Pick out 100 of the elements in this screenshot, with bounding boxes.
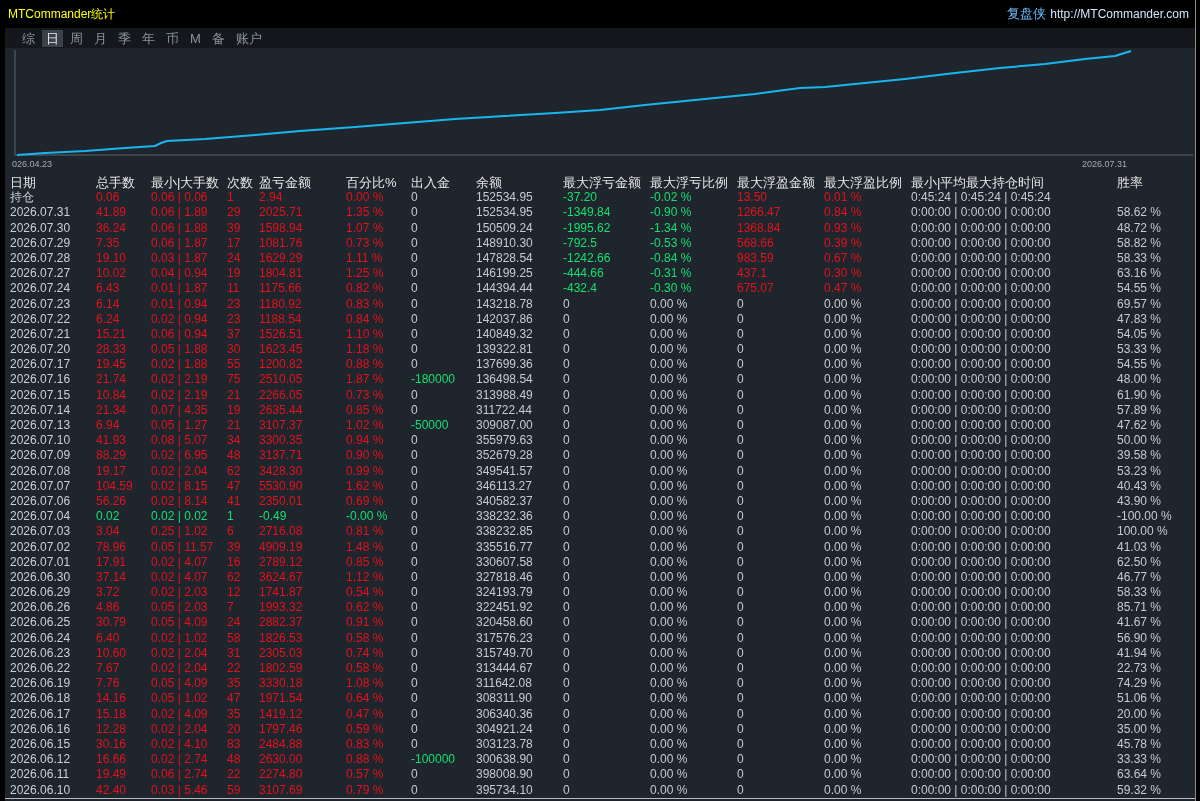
- table-cell-text: 0: [411, 220, 419, 236]
- table-cell-text: 0.00 %: [650, 387, 689, 403]
- table-cell-text: 39: [227, 539, 242, 555]
- tab[interactable]: 季: [114, 29, 135, 47]
- table-cell-text: 0.00 %: [650, 767, 689, 783]
- table-cell-text: 12.28: [96, 721, 128, 737]
- table-cell-text: 0:00:00 | 0:00:00 | 0:00:00: [911, 569, 1052, 586]
- table-cell-text: 2635.44: [259, 402, 304, 418]
- column-header: 日期: [10, 175, 37, 191]
- table-cell-text: 3137.71: [259, 448, 304, 464]
- table-cell-text: 0: [563, 676, 571, 692]
- table-cell-text: 2026.06.11: [10, 767, 71, 783]
- table-cell-text: 37.14: [96, 569, 128, 586]
- table-cell-text: 0.83 %: [346, 736, 385, 753]
- table-cell-text: 23: [227, 311, 242, 327]
- table-cell-text: 47.83 %: [1117, 311, 1163, 327]
- table-cell-text: 1200.82: [259, 357, 304, 373]
- table-cell-text: 19.45: [96, 357, 128, 373]
- table-cell-text: 2026.07.10: [10, 433, 72, 449]
- table-cell-text: 0.05 | 1.88: [151, 342, 209, 358]
- table-cell-text: 2026.07.20: [10, 342, 72, 358]
- table-cell-text: 30: [227, 342, 242, 358]
- website-link[interactable]: http://MTCommander.com: [1050, 7, 1189, 21]
- table-cell-text: 10.84: [96, 387, 128, 403]
- table-cell-text: 0.00 %: [824, 372, 863, 388]
- table-cell-text: 0.93 %: [824, 220, 863, 236]
- table-cell-text: 0: [563, 721, 571, 737]
- table-cell-text: 1.08 %: [346, 676, 385, 692]
- table-cell-text: 0: [563, 418, 571, 434]
- table-cell-text: -1.34 %: [650, 220, 693, 236]
- table-cell-text: 317576.23: [476, 630, 534, 646]
- table-cell-text: 6.24: [96, 311, 121, 327]
- table-cell-text: 0:00:00 | 0:00:00 | 0:00:00: [911, 402, 1052, 418]
- table-cell-text: 34: [227, 433, 242, 449]
- table-cell-text: 24: [227, 250, 242, 267]
- table-cell-text: 315749.70: [476, 645, 534, 661]
- table-cell-text: 43.90 %: [1117, 493, 1163, 510]
- table-cell-text: 0: [737, 524, 745, 540]
- table-cell-text: 311722.44: [476, 402, 533, 418]
- tab[interactable]: 日: [42, 29, 63, 47]
- table-cell-text: 2026.06.22: [10, 661, 72, 677]
- table-cell-text: 0:00:00 | 0:00:00 | 0:00:00: [911, 296, 1052, 312]
- table-cell-text: 144394.44: [476, 281, 534, 297]
- tab[interactable]: 月: [90, 29, 111, 47]
- tab[interactable]: 周: [66, 29, 87, 47]
- table-cell-text: 0.73 %: [346, 387, 385, 403]
- table-cell-text: 0: [411, 676, 419, 692]
- table-cell-text: 22: [227, 767, 242, 783]
- table-cell-text: 0: [411, 600, 419, 616]
- table-cell-text: 0:00:00 | 0:00:00 | 0:00:00: [911, 448, 1052, 464]
- table-cell-text: 0.02 | 4.09: [151, 706, 209, 722]
- table-cell-text: 0.00 %: [824, 448, 863, 464]
- table-cell-text: 48: [227, 752, 242, 768]
- table-cell-text: 0.00 %: [824, 509, 863, 525]
- table-cell-text: 1.02 %: [346, 418, 385, 434]
- table-cell-text: 41.03 %: [1117, 539, 1163, 555]
- tab[interactable]: 综: [18, 29, 39, 47]
- table-cell-text: 22.73 %: [1117, 661, 1163, 677]
- table-cell-text: 0: [563, 645, 571, 661]
- table-cell-text: 395734.10: [476, 782, 534, 798]
- table-cell-text: 0.01 | 0.94: [151, 296, 209, 312]
- table-cell-text: 58.62 %: [1117, 205, 1163, 221]
- table-cell-text: 0.00 %: [650, 524, 689, 540]
- table-cell-text: 0.82 %: [346, 281, 385, 297]
- table-cell-text: 1266.47: [737, 205, 782, 221]
- table-cell-text: 35: [227, 676, 242, 692]
- column-header: 余额: [476, 175, 503, 191]
- table-cell-text: 0: [411, 281, 419, 297]
- tab[interactable]: 币: [162, 29, 183, 47]
- table-cell-text: 0: [737, 767, 745, 783]
- tab[interactable]: 备: [207, 29, 229, 47]
- table-cell-text: 0.81 %: [346, 524, 385, 540]
- table-cell-text: 152534.95: [476, 190, 534, 206]
- table-cell-text: 1.18 %: [346, 342, 385, 358]
- table-cell-text: 59: [227, 782, 242, 798]
- table-cell-text: 2789.12: [259, 554, 304, 570]
- table-cell-text: 21: [227, 387, 242, 403]
- tab[interactable]: M: [186, 29, 205, 47]
- table-cell-text: 2026.06.25: [10, 615, 72, 631]
- table-cell-text: 6.43: [96, 281, 121, 297]
- table-cell-text: 0: [737, 296, 745, 312]
- table-cell-text: 2026.06.10: [10, 782, 72, 798]
- table-cell-text: 35.00 %: [1117, 721, 1163, 737]
- table-cell-text: 0: [563, 691, 571, 707]
- table-cell-text: 0.02 | 2.74: [151, 752, 209, 768]
- table-cell-text: 0: [737, 585, 745, 601]
- tab[interactable]: 年: [138, 29, 159, 47]
- table-cell-text: 17.91: [96, 554, 128, 570]
- table-cell-text: 0.88 %: [346, 752, 385, 768]
- table-cell-text: 2026.07.23: [10, 296, 72, 312]
- table-cell-text: -0.02 %: [650, 190, 693, 206]
- table-cell-text: 0.00 %: [824, 630, 863, 646]
- window-title: MTCommander统计: [8, 5, 116, 23]
- table-cell-text: 0.58 %: [346, 661, 385, 677]
- table-cell-text: 0.57 %: [346, 767, 385, 783]
- table-cell-text: 0: [563, 706, 571, 722]
- table-cell-text: 0.90 %: [346, 448, 385, 464]
- table-cell-text: 0:00:00 | 0:00:00 | 0:00:00: [911, 387, 1052, 403]
- tab[interactable]: 账户: [231, 29, 266, 47]
- table-cell-text: 0.00 %: [650, 691, 689, 707]
